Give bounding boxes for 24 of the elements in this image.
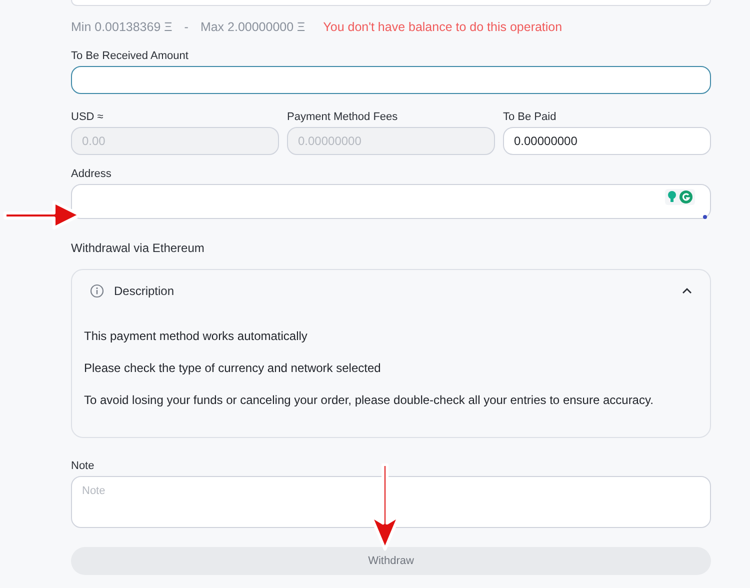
field-label: Address [71, 168, 112, 180]
min-amount: Min 0.00138369 Ξ [71, 20, 172, 34]
description-text: Please check the type of currency and network selected [84, 361, 382, 375]
field-label: To Be Received Amount [71, 50, 190, 62]
method-title: Withdrawal via Ethereum [71, 241, 206, 255]
status-dot-icon [703, 215, 707, 219]
error-message: You don't have balance to do this operation [323, 20, 562, 34]
field-label: Payment Method Fees [287, 111, 399, 123]
chevron-icon [682, 288, 692, 294]
field-label: To Be Paid [503, 111, 558, 123]
received-amount-field[interactable] [71, 66, 711, 94]
amount-field[interactable]: 0.00000000 [503, 127, 711, 155]
address-field[interactable] [71, 184, 711, 219]
input-field[interactable] [71, 0, 711, 6]
description-header[interactable]: Description [72, 270, 710, 312]
range-separator: - [184, 20, 188, 34]
info-icon [90, 284, 104, 298]
description-text: To avoid losing your funds or canceling your order, please double-check all your entries to ensure accuracy. [84, 393, 654, 407]
field-label: Note [71, 460, 96, 472]
description-text: This payment method works automatically [84, 329, 308, 343]
max-amount: Max 2.00000000 Ξ [200, 20, 306, 34]
field-label: USD ≈ [71, 111, 104, 123]
note-field[interactable]: Note [71, 476, 711, 528]
grammar-assistant-icon[interactable] [665, 189, 695, 205]
